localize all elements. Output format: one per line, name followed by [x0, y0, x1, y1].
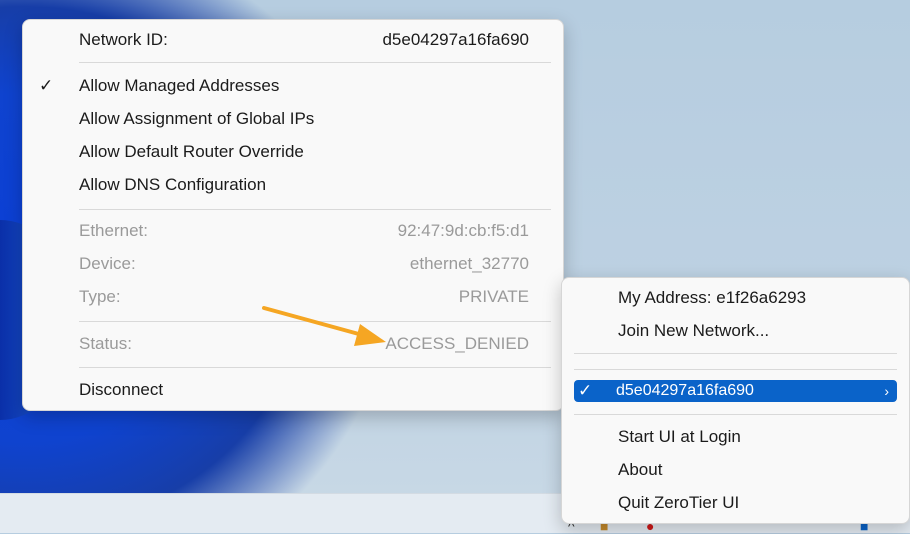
menu-item-allow-dns[interactable]: Allow DNS Configuration — [23, 169, 563, 201]
separator — [574, 369, 897, 370]
start-ui-label: Start UI at Login — [618, 427, 741, 446]
quit-label: Quit ZeroTier UI — [618, 493, 740, 512]
separator — [79, 209, 551, 210]
network-submenu: Network ID: d5e04297a16fa690 ✓ Allow Man… — [22, 19, 564, 411]
check-icon: ✓ — [578, 381, 593, 400]
menu-item-allow-global[interactable]: Allow Assignment of Global IPs — [23, 103, 563, 135]
device-value: ethernet_32770 — [409, 254, 529, 273]
ethernet-label: Ethernet: — [79, 221, 148, 240]
ethernet-row: Ethernet: 92:47:9d:cb:f5:d1 — [23, 215, 563, 247]
join-network-label: Join New Network... — [618, 321, 770, 340]
network-id-label: Network ID: — [79, 30, 168, 49]
my-address-label: My Address: e1f26a6293 — [618, 288, 807, 307]
allow-global-label: Allow Assignment of Global IPs — [79, 109, 315, 128]
network-menu-item[interactable]: ✓ d5e04297a16fa690 › — [574, 380, 897, 402]
allow-dns-label: Allow DNS Configuration — [79, 175, 267, 194]
type-value: PRIVATE — [458, 287, 529, 306]
separator — [574, 414, 897, 415]
allow-managed-label: Allow Managed Addresses — [79, 76, 280, 95]
check-icon: ✓ — [39, 76, 54, 95]
type-label: Type: — [79, 287, 121, 306]
join-network-button[interactable]: Join New Network... — [562, 315, 909, 347]
status-label: Status: — [79, 334, 132, 353]
quit-button[interactable]: Quit ZeroTier UI — [562, 487, 909, 519]
about-label: About — [618, 460, 663, 479]
separator — [79, 62, 551, 63]
menu-item-allow-managed[interactable]: ✓ Allow Managed Addresses — [23, 70, 563, 102]
menu-item-allow-default-router[interactable]: Allow Default Router Override — [23, 136, 563, 168]
network-id-value: d5e04297a16fa690 — [382, 30, 529, 49]
disconnect-label: Disconnect — [79, 380, 164, 399]
start-ui-at-login-button[interactable]: Start UI at Login — [562, 421, 909, 453]
status-value: ACCESS_DENIED — [385, 334, 529, 353]
ethernet-value: 92:47:9d:cb:f5:d1 — [397, 221, 529, 240]
separator — [574, 353, 897, 354]
my-address-row[interactable]: My Address: e1f26a6293 — [562, 282, 909, 314]
allow-default-router-label: Allow Default Router Override — [79, 142, 304, 161]
network-item-label: d5e04297a16fa690 — [616, 382, 754, 399]
disconnect-button[interactable]: Disconnect — [23, 374, 563, 406]
zerotier-tray-menu: My Address: e1f26a6293 Join New Network.… — [561, 277, 910, 524]
device-label: Device: — [79, 254, 136, 273]
separator — [79, 367, 551, 368]
annotation-arrow-icon — [262, 306, 386, 346]
network-id-row: Network ID: d5e04297a16fa690 — [23, 24, 563, 56]
device-row: Device: ethernet_32770 — [23, 248, 563, 280]
chevron-right-icon: › — [884, 383, 889, 399]
about-button[interactable]: About — [562, 454, 909, 486]
